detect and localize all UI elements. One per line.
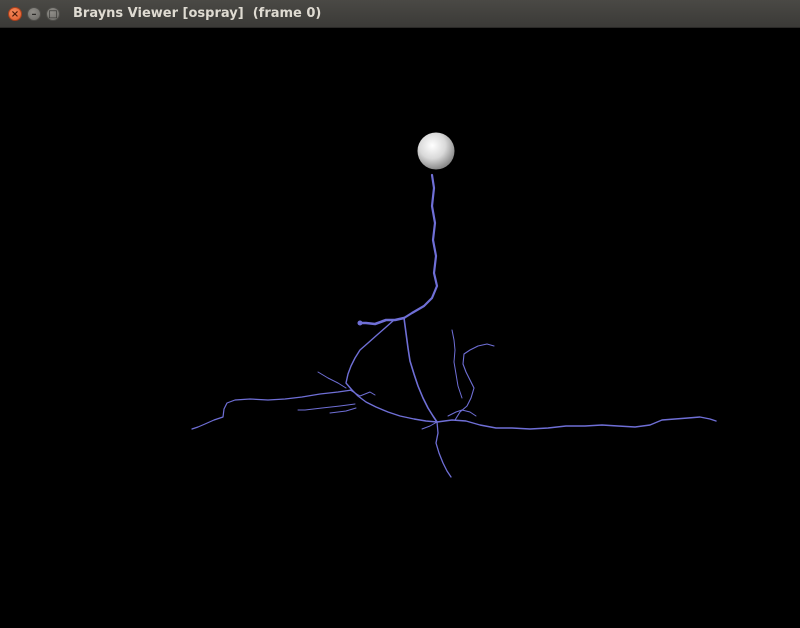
neurite-left-branch	[345, 319, 438, 423]
maximize-icon[interactable]: □	[46, 7, 60, 21]
neurite-left-twig-2	[317, 371, 347, 389]
neurite-descending-branch	[403, 317, 438, 423]
neurite-left-bulb	[357, 316, 406, 326]
neurite-left-twig-3	[329, 407, 357, 414]
neurite-right-upper	[454, 343, 495, 421]
neuron-render	[191, 132, 717, 478]
neurite-bulb	[357, 320, 363, 326]
neurite-trunk	[402, 173, 439, 320]
close-icon[interactable]: ×	[8, 7, 22, 21]
neurite-far-left	[191, 389, 353, 430]
minimize-icon[interactable]: –	[27, 7, 41, 21]
neurite-left-twig	[297, 403, 356, 411]
neurite-right-upper-2	[451, 329, 463, 399]
brayns-viewer-window: × – □ Brayns Viewer [ospray] (frame 0)	[0, 0, 800, 628]
render-viewport[interactable]	[0, 28, 800, 628]
neurite-tail-twig	[421, 421, 438, 430]
neurite-right-long	[436, 416, 717, 430]
title-bar[interactable]: × – □ Brayns Viewer [ospray] (frame 0)	[0, 0, 800, 28]
soma-sphere	[417, 132, 455, 170]
neurite-tail	[435, 421, 452, 478]
neuron-morphology	[191, 173, 717, 478]
window-title: Brayns Viewer [ospray] (frame 0)	[73, 6, 322, 21]
